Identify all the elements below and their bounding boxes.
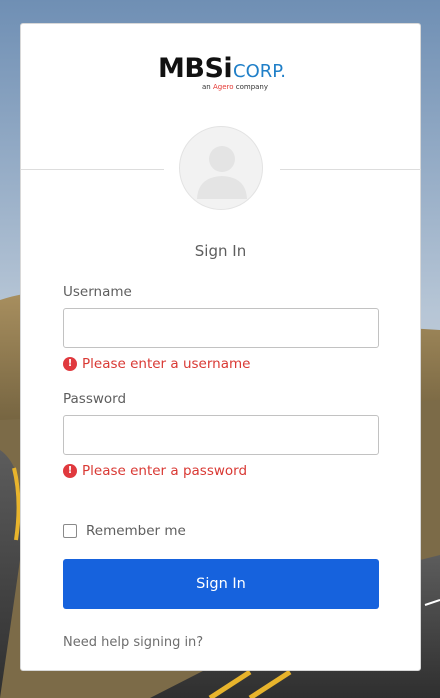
user-avatar-icon — [179, 126, 263, 210]
company-logo: MBSi CORP. an Agero company — [158, 54, 288, 96]
sign-in-card: MBSi CORP. an Agero company Sign In User… — [20, 23, 421, 671]
tagline-prefix: an — [202, 83, 211, 91]
password-input[interactable] — [63, 415, 379, 455]
remember-me-label: Remember me — [86, 523, 186, 539]
remember-me-option[interactable]: Remember me — [63, 523, 186, 539]
divider-left — [21, 169, 164, 170]
logo-suffix: CORP. — [233, 61, 287, 82]
tagline-brand: Agero — [212, 83, 234, 91]
divider-right — [280, 169, 421, 170]
password-error: ! Please enter a password — [63, 463, 247, 479]
username-label: Username — [63, 284, 132, 300]
remember-me-checkbox[interactable] — [63, 524, 77, 538]
username-input[interactable] — [63, 308, 379, 348]
logo-tagline: an Agero company — [202, 83, 268, 91]
sign-in-button[interactable]: Sign In — [63, 559, 379, 609]
error-icon: ! — [63, 464, 77, 478]
logo-wordmark: MBSi — [158, 53, 233, 84]
username-error: ! Please enter a username — [63, 356, 250, 372]
password-label: Password — [63, 391, 127, 407]
page-title: Sign In — [194, 242, 247, 260]
password-error-text: Please enter a password — [82, 463, 248, 479]
error-icon: ! — [63, 357, 77, 371]
help-link[interactable]: Need help signing in? — [63, 635, 203, 650]
tagline-suffix: company — [235, 83, 269, 91]
username-error-text: Please enter a username — [82, 356, 251, 372]
